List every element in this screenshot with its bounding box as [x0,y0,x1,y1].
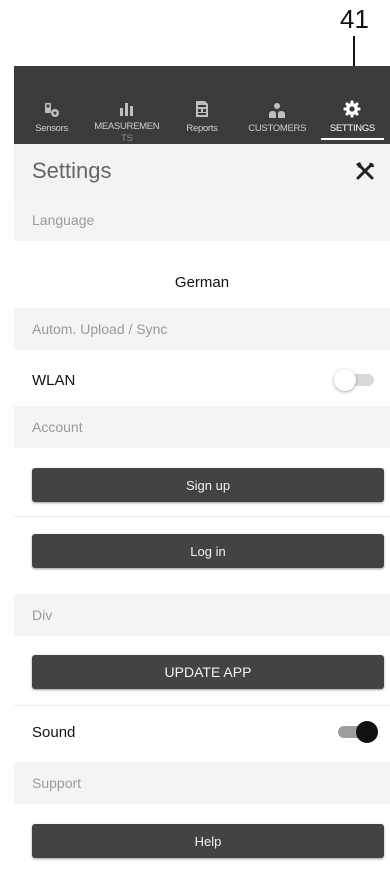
language-select[interactable]: German [14,260,390,304]
wlan-toggle[interactable] [334,369,374,391]
tab-label: MEASUREMEN [94,121,160,132]
tab-measurements[interactable]: MEASUREMEN TS [89,66,164,144]
tab-settings[interactable]: SETTINGS [315,66,390,144]
tab-customers[interactable]: CUSTOMERS [240,66,315,144]
log-in-button[interactable]: Log in [32,534,384,568]
section-language: Language [14,199,390,241]
bar-chart-icon [117,98,137,116]
tools-icon[interactable] [354,160,376,182]
section-account: Account [14,406,390,448]
tab-label: SETTINGS [329,123,375,134]
section-support: Support [14,762,390,804]
tab-sensors[interactable]: Sensors [14,66,89,144]
help-button[interactable]: Help [32,824,384,858]
section-div: Div [14,594,390,636]
tab-reports[interactable]: Reports [164,66,239,144]
page: 41 Sensors MEASUREMEN TS Reports CUSTOME… [0,0,390,870]
divider [14,705,390,706]
tab-label-continued: TS [121,133,133,144]
tab-bar: Sensors MEASUREMEN TS Reports CUSTOMERS … [14,66,390,144]
update-app-button[interactable]: UPDATE APP [32,655,384,689]
sound-row: Sound [14,712,390,752]
sound-label: Sound [32,723,76,741]
wlan-label: WLAN [32,371,76,389]
page-title: Settings [32,158,112,183]
report-icon [192,98,212,118]
customers-icon [267,98,287,118]
tab-label: Reports [186,123,218,134]
settings-header: Settings [14,144,390,199]
section-sync: Autom. Upload / Sync [14,308,390,350]
callout-number: 41 [340,4,369,34]
sound-toggle[interactable] [338,721,378,743]
tab-label: CUSTOMERS [248,123,307,134]
divider [14,516,390,517]
sign-up-button[interactable]: Sign up [32,468,384,502]
gear-icon [342,98,362,118]
sensor-icon [42,98,62,118]
tab-label: Sensors [35,123,68,134]
wlan-row: WLAN [14,360,390,400]
